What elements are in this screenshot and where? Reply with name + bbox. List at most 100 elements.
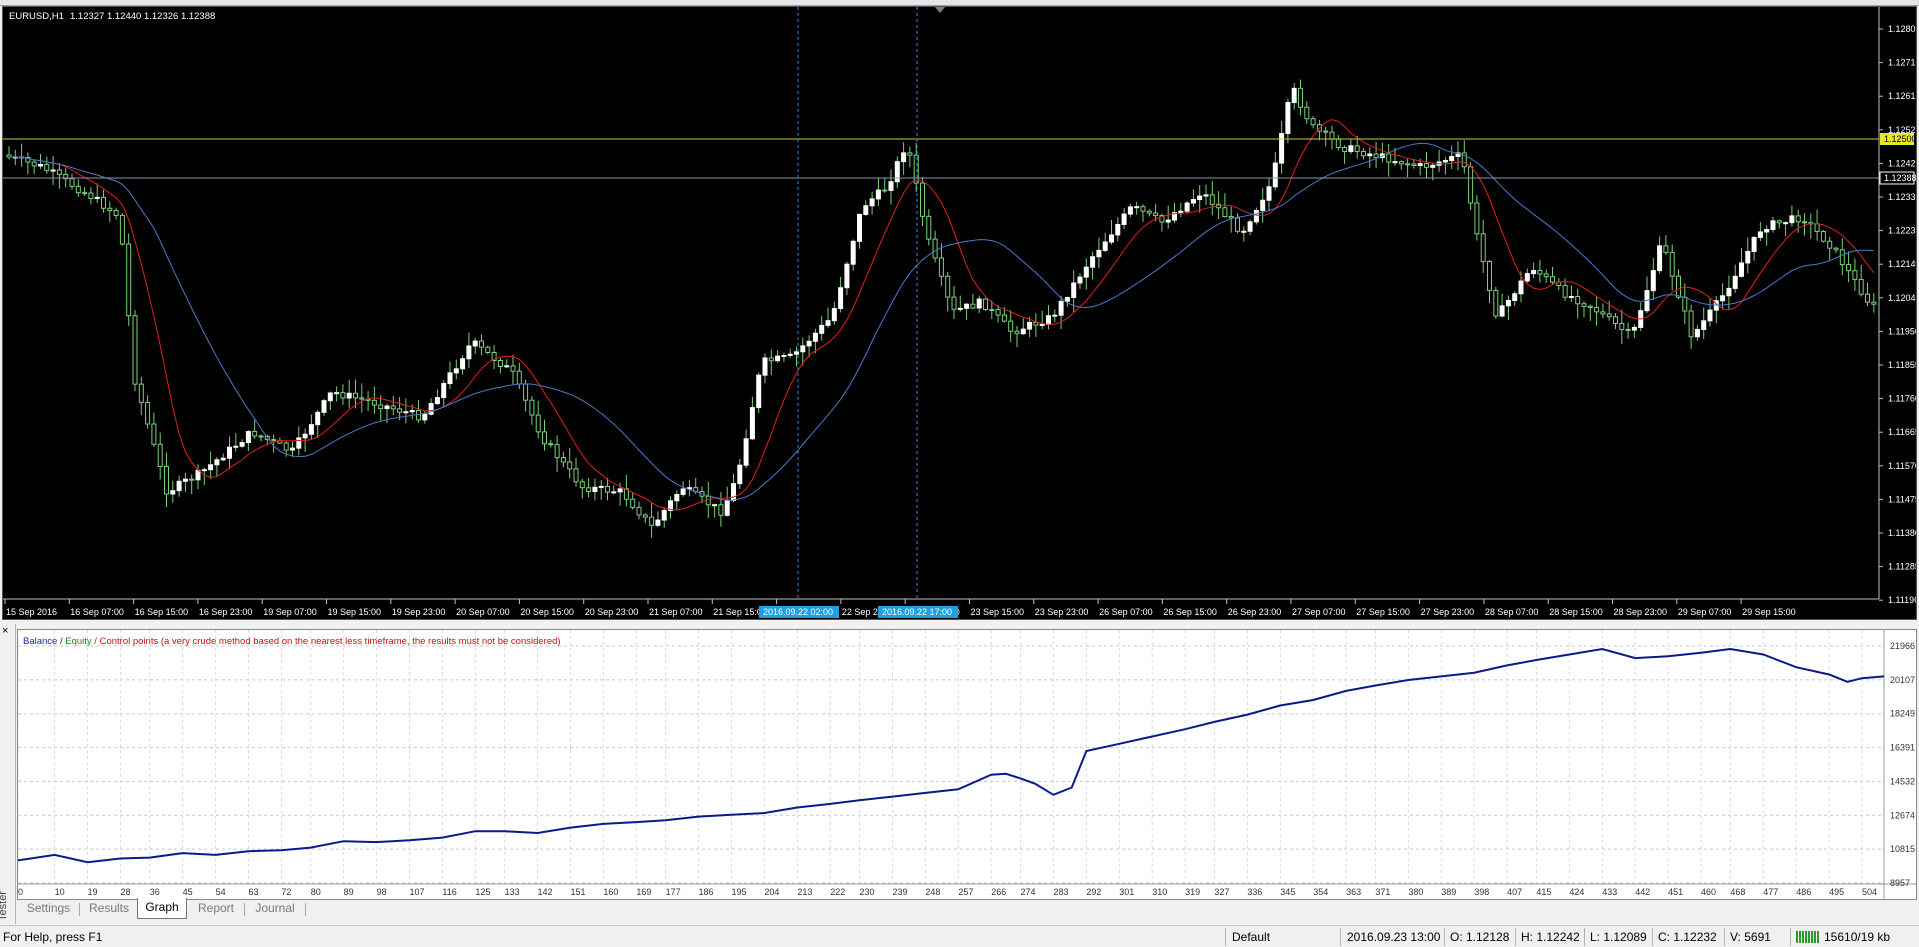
- candle-body: [529, 399, 535, 416]
- graph-x-label: 354: [1313, 887, 1328, 897]
- chart-shift-marker[interactable]: [935, 7, 945, 13]
- candle-body: [1260, 199, 1266, 211]
- tester-tabs: Settings Results Graph Report Journal: [17, 898, 1917, 920]
- candle-body: [1285, 101, 1291, 134]
- candle-body: [819, 324, 825, 334]
- candle-body: [1291, 87, 1297, 103]
- time-tick-label: 28 Sep 15:00: [1549, 607, 1603, 617]
- candle-body: [182, 478, 188, 482]
- graph-x-label: 327: [1214, 887, 1229, 897]
- tab-settings[interactable]: Settings: [21, 899, 76, 919]
- graph-y-label: 8957: [1890, 878, 1910, 888]
- candle-body: [1820, 231, 1826, 242]
- time-marker-2[interactable]: 2016.09.22 17:00: [882, 607, 952, 617]
- graph-y-axis: 21966 20107 18249 16391 14532 12674 10815 8957: [1890, 641, 1915, 888]
- candle-body: [1027, 321, 1033, 330]
- candle-body: [630, 498, 636, 508]
- candle-body: [1524, 273, 1530, 282]
- candle-body: [957, 307, 963, 310]
- candle-body: [655, 519, 661, 526]
- connection-bars-icon[interactable]: [1796, 931, 1820, 943]
- candle-body: [422, 413, 428, 421]
- candle-body: [1354, 145, 1360, 152]
- time-tick-label: 26 Sep 07:00: [1099, 607, 1153, 617]
- candle-body: [239, 442, 245, 447]
- candle-body: [1140, 206, 1146, 212]
- candle-body: [1726, 287, 1732, 297]
- price-chart[interactable]: EURUSD,H1 1.12327 1.12440 1.12326 1.1238…: [2, 6, 1919, 620]
- price-tick-label: 1.11380: [1888, 528, 1916, 538]
- candle-body: [1014, 330, 1020, 335]
- candle-body: [731, 483, 736, 501]
- candle-body: [233, 445, 239, 448]
- candle-body: [1411, 163, 1417, 167]
- candle-body: [1613, 316, 1618, 324]
- candle-body: [290, 447, 295, 451]
- candle-body: [1499, 305, 1505, 317]
- tab-graph[interactable]: Graph: [137, 898, 187, 919]
- candle-body: [353, 392, 358, 399]
- candle-body: [869, 198, 875, 207]
- tab-journal[interactable]: Journal: [248, 899, 302, 919]
- graph-legend: Balance / Equity / Control points (a ver…: [23, 636, 561, 647]
- tester-sidebar: [0, 624, 16, 924]
- price-chart-canvas[interactable]: EURUSD,H1 1.12327 1.12440 1.12326 1.1238…: [3, 7, 1919, 619]
- candle-body: [1090, 256, 1096, 268]
- candle-body: [1058, 300, 1064, 316]
- status-close: C: 1.12232: [1658, 930, 1717, 944]
- candle-body: [510, 365, 516, 372]
- status-bar: For Help, press F1 Default 2016.09.23 13…: [0, 925, 1919, 947]
- candle-body: [1001, 314, 1007, 322]
- graph-x-label: 504: [1862, 887, 1877, 897]
- candle-body: [1127, 206, 1133, 215]
- candle-body: [850, 240, 856, 265]
- candle-body: [749, 407, 755, 440]
- candle-body: [1776, 220, 1782, 224]
- candle-body: [768, 357, 774, 362]
- candle-body: [466, 345, 472, 360]
- time-tick-label: 23 Sep 15:00: [971, 607, 1025, 617]
- time-tick-label: 15 Sep 2016: [6, 607, 57, 617]
- candle-body: [1568, 296, 1574, 299]
- candle-body: [1298, 87, 1303, 108]
- candle-body: [1430, 164, 1436, 168]
- time-tick-label: 16 Sep 23:00: [199, 607, 253, 617]
- candle-body: [1449, 155, 1455, 162]
- time-marker-1[interactable]: 2016.09.22 02:00: [763, 607, 833, 617]
- candle-body: [1550, 276, 1555, 283]
- candle-body: [1083, 266, 1089, 278]
- candle-body: [359, 397, 365, 400]
- candle-body: [743, 438, 749, 466]
- candle-body: [642, 514, 648, 518]
- candle-body: [970, 303, 976, 309]
- candle-body: [1424, 163, 1429, 168]
- candle-body: [1688, 310, 1694, 338]
- graph-x-label: 389: [1441, 887, 1456, 897]
- candle-body: [1619, 322, 1625, 330]
- candle-body: [945, 275, 951, 298]
- balance-graph-panel[interactable]: Balance / Equity / Control points (a ver…: [17, 629, 1917, 900]
- candle-body: [327, 392, 333, 402]
- tab-report[interactable]: Report: [191, 899, 241, 919]
- time-tick-label: 29 Sep 15:00: [1742, 607, 1796, 617]
- graph-x-label: 0: [18, 887, 23, 897]
- candle-body: [434, 397, 440, 405]
- graph-x-label: 248: [925, 887, 940, 897]
- candle-body: [1783, 222, 1789, 225]
- candle-body: [403, 411, 409, 414]
- candle-body: [1077, 276, 1083, 284]
- candle-body: [38, 163, 43, 167]
- graph-x-label: 486: [1796, 887, 1811, 897]
- candle-body: [460, 358, 466, 370]
- candle-body: [1033, 321, 1039, 326]
- candle-body: [617, 488, 623, 493]
- candle-body: [1852, 270, 1858, 280]
- time-tick-label: 16 Sep 15:00: [135, 607, 189, 617]
- time-tick-label: 26 Sep 23:00: [1228, 607, 1282, 617]
- tab-results[interactable]: Results: [83, 899, 135, 919]
- tester-close-icon[interactable]: ×: [2, 626, 8, 637]
- candle-body: [1732, 275, 1738, 289]
- graph-x-label: 28: [120, 887, 130, 897]
- candle-body: [882, 189, 888, 192]
- candle-body: [976, 298, 982, 309]
